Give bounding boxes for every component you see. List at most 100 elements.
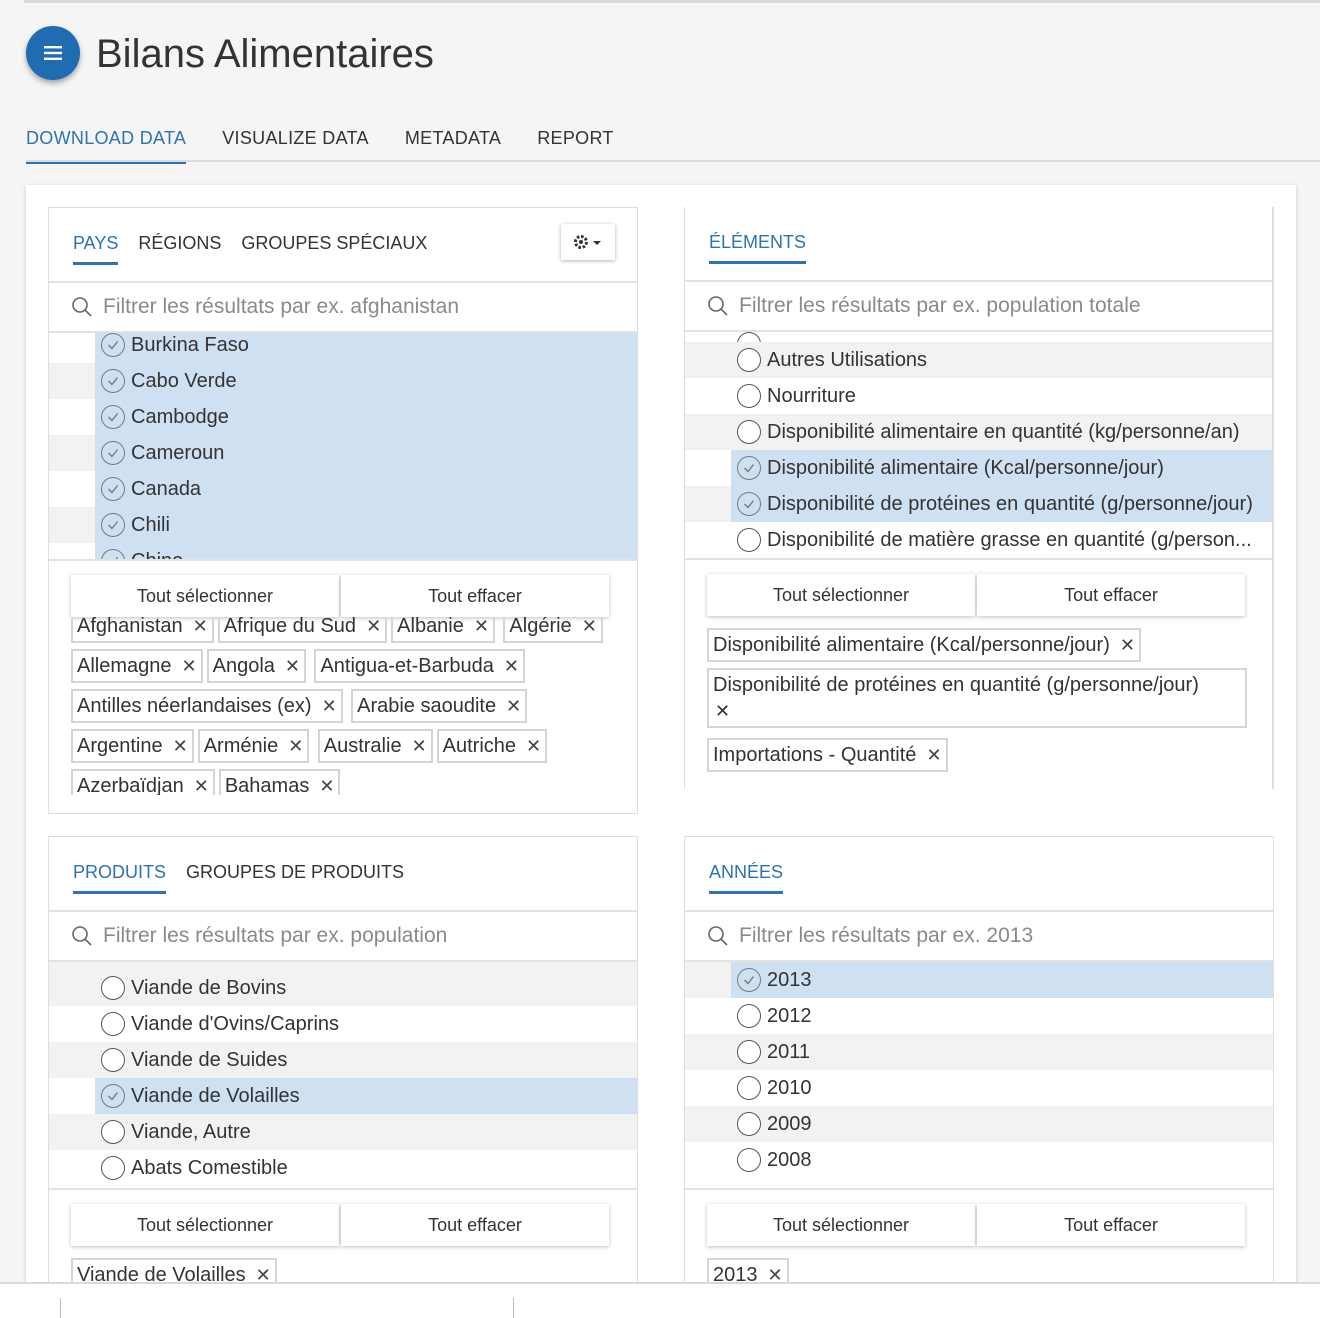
- pays-list[interactable]: Burkina Faso Cabo Verde Cambodge Camerou…: [49, 333, 637, 561]
- circle-icon: [737, 1004, 761, 1028]
- list-item[interactable]: Canada: [49, 471, 637, 507]
- selected-chip: Bahamas ✕: [218, 769, 341, 796]
- list-item[interactable]: Chili: [49, 507, 637, 543]
- list-item[interactable]: Cambodge: [49, 399, 637, 435]
- tab-annees[interactable]: ANNÉES: [709, 837, 784, 910]
- select-all-button[interactable]: Tout sélectionner: [71, 575, 339, 617]
- close-icon[interactable]: ✕: [194, 776, 209, 796]
- check-circle-icon: [101, 549, 125, 559]
- selected-chip: Afrique du Sud ✕: [217, 617, 388, 643]
- bottom-bar: [0, 1282, 1320, 1318]
- select-all-button[interactable]: Tout sélectionner: [707, 1204, 975, 1246]
- clear-all-button[interactable]: Tout effacer: [341, 575, 609, 617]
- circle-icon: [737, 1076, 761, 1100]
- close-icon[interactable]: ✕: [504, 656, 519, 677]
- circle-icon: [737, 1040, 761, 1064]
- list-item[interactable]: Abats Comestible: [49, 1150, 637, 1186]
- close-icon[interactable]: ✕: [412, 736, 427, 757]
- list-item[interactable]: Disponibilité alimentaire (Kcal/personne…: [685, 450, 1272, 486]
- close-icon[interactable]: ✕: [288, 736, 303, 757]
- selected-chip: Disponibilité de protéines en quantité (…: [707, 668, 1247, 728]
- elements-list[interactable]: Autres Utilisations Nourriture Disponibi…: [685, 332, 1272, 560]
- pays-search-input[interactable]: [103, 295, 637, 319]
- close-icon[interactable]: ✕: [526, 736, 541, 757]
- list-item[interactable]: Burkina Faso: [49, 333, 637, 363]
- clear-all-button[interactable]: Tout effacer: [977, 1204, 1245, 1246]
- close-icon[interactable]: ✕: [182, 656, 197, 677]
- list-item[interactable]: Viande de Suides: [49, 1042, 637, 1078]
- select-all-button[interactable]: Tout sélectionner: [707, 574, 975, 616]
- tab-groupes-de-produits[interactable]: GROUPES DE PRODUITS: [186, 837, 404, 910]
- tab-produits[interactable]: PRODUITS: [73, 837, 167, 910]
- search-icon: [72, 297, 92, 317]
- list-item[interactable]: Autres Utilisations: [685, 342, 1272, 378]
- tab-metadata[interactable]: METADATA: [405, 118, 501, 162]
- tab-pays[interactable]: PAYS: [73, 208, 119, 281]
- annees-search-input[interactable]: [739, 924, 1273, 948]
- close-icon[interactable]: ✕: [506, 696, 521, 717]
- produits-panel: PRODUITS GROUPES DE PRODUITS Viande de B…: [48, 836, 638, 1318]
- list-item[interactable]: Disponibilité de protéines en quantité (…: [685, 486, 1272, 522]
- check-circle-icon: [737, 456, 761, 480]
- list-item[interactable]: Viande de Volailles: [49, 1078, 637, 1114]
- circle-icon: [101, 976, 125, 1000]
- select-all-button[interactable]: Tout sélectionner: [71, 1204, 339, 1246]
- list-item[interactable]: Viande d'Ovins/Caprins: [49, 1006, 637, 1042]
- check-circle-icon: [101, 405, 125, 429]
- download-card: PAYS RÉGIONS GROUPES SPÉCIAUX Burkina Fa…: [26, 185, 1296, 1318]
- menu-button[interactable]: [26, 26, 80, 80]
- selected-chip: Allemagne ✕: [71, 649, 203, 683]
- list-item[interactable]: 2011: [685, 1034, 1273, 1070]
- tab-regions[interactable]: RÉGIONS: [138, 208, 221, 281]
- list-item[interactable]: Cabo Verde: [49, 363, 637, 399]
- list-item[interactable]: 2010: [685, 1070, 1273, 1106]
- selected-chip: Antilles néerlandaises (ex) ✕: [71, 689, 343, 723]
- annees-list[interactable]: 2013 2012 2011 2010 2009 2008: [685, 962, 1273, 1190]
- close-icon[interactable]: ✕: [582, 617, 597, 637]
- close-icon[interactable]: ✕: [285, 656, 300, 677]
- circle-icon: [737, 528, 761, 552]
- check-circle-icon: [101, 513, 125, 537]
- clear-all-button[interactable]: Tout effacer: [341, 1204, 609, 1246]
- settings-dropdown-button[interactable]: [561, 224, 615, 260]
- list-item[interactable]: 2012: [685, 998, 1273, 1034]
- elements-selected-chips: Disponibilité alimentaire (Kcal/personne…: [685, 616, 1272, 778]
- list-item[interactable]: Disponibilité de matière grasse en quant…: [685, 522, 1272, 558]
- close-icon[interactable]: ✕: [366, 617, 381, 637]
- tab-visualize-data[interactable]: VISUALIZE DATA: [222, 118, 369, 162]
- check-circle-icon: [101, 441, 125, 465]
- close-icon[interactable]: ✕: [474, 617, 489, 637]
- list-item[interactable]: Viande de Bovins: [49, 970, 637, 1006]
- check-circle-icon: [737, 492, 761, 516]
- list-item[interactable]: 2009: [685, 1106, 1273, 1142]
- tab-elements[interactable]: ÉLÉMENTS: [709, 207, 807, 280]
- close-icon[interactable]: ✕: [926, 745, 941, 766]
- list-item[interactable]: Chine: [49, 543, 637, 559]
- list-item[interactable]: Nourriture: [685, 378, 1272, 414]
- clear-all-button[interactable]: Tout effacer: [977, 574, 1245, 616]
- separator: [513, 1298, 514, 1318]
- circle-icon: [737, 420, 761, 444]
- tab-download-data[interactable]: DOWNLOAD DATA: [26, 118, 187, 164]
- selected-chip: Angola ✕: [206, 649, 306, 683]
- selected-chip: Antigua-et-Barbuda ✕: [314, 649, 525, 683]
- produits-list[interactable]: Viande de Bovins Viande d'Ovins/Caprins …: [49, 962, 637, 1190]
- selected-chip: Australie ✕: [317, 729, 433, 763]
- list-item[interactable]: Viande, Autre: [49, 1114, 637, 1150]
- list-item[interactable]: Disponibilité alimentaire en quantité (k…: [685, 414, 1272, 450]
- elements-search-input[interactable]: [739, 294, 1272, 318]
- check-circle-icon: [737, 968, 761, 992]
- close-icon[interactable]: ✕: [319, 776, 334, 796]
- close-icon[interactable]: ✕: [322, 696, 337, 717]
- list-item[interactable]: 2013: [685, 962, 1273, 998]
- check-circle-icon: [101, 369, 125, 393]
- close-icon[interactable]: ✕: [1120, 635, 1135, 656]
- close-icon[interactable]: ✕: [715, 701, 730, 721]
- tab-groupes-speciaux[interactable]: GROUPES SPÉCIAUX: [241, 208, 427, 281]
- list-item[interactable]: 2008: [685, 1142, 1273, 1178]
- close-icon[interactable]: ✕: [173, 736, 188, 757]
- list-item[interactable]: Cameroun: [49, 435, 637, 471]
- tab-report[interactable]: REPORT: [537, 118, 613, 162]
- produits-search-input[interactable]: [103, 924, 637, 948]
- close-icon[interactable]: ✕: [193, 617, 208, 637]
